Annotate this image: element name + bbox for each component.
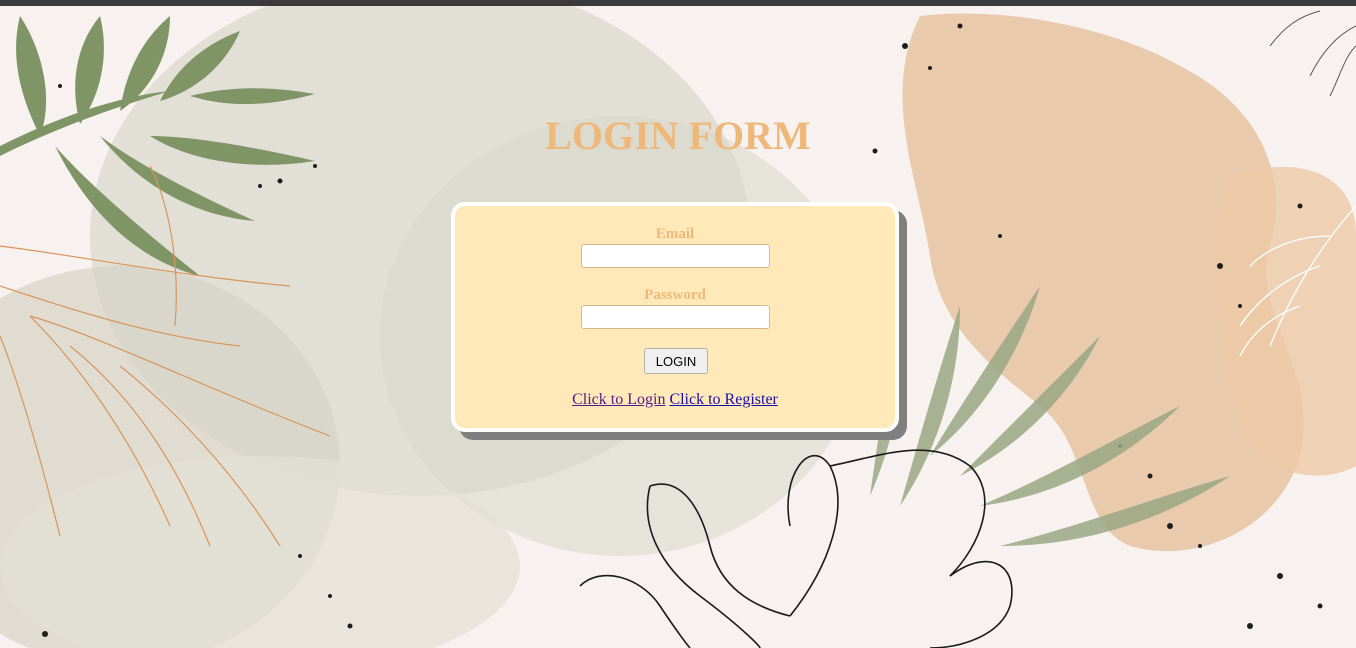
email-label: Email [655,226,695,242]
page-title: LOGIN FORM [545,113,811,158]
password-field[interactable] [581,305,770,329]
login-form-card: Email Password LOGIN Click to Login Clic… [451,202,899,432]
login-link[interactable]: Click to Login [572,391,665,408]
email-field[interactable] [581,244,770,268]
password-label: Password [644,287,706,303]
login-button[interactable]: LOGIN [644,348,708,374]
register-link[interactable]: Click to Register [669,391,777,408]
form-links: Click to Login Click to Register [455,391,895,409]
